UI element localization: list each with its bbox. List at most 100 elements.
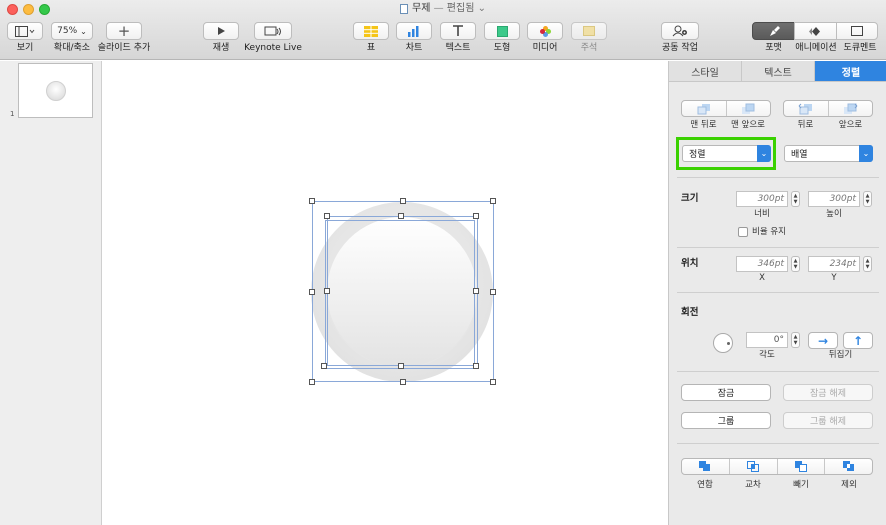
comment-label: 주석 (580, 43, 598, 53)
format-button[interactable] (752, 22, 795, 40)
y-field[interactable]: 234pt (808, 256, 860, 272)
keynote-live-button[interactable] (254, 22, 292, 40)
paintbrush-icon (769, 26, 780, 36)
shape-icon (496, 25, 508, 37)
y-stepper[interactable]: ▲ ▼ (863, 256, 872, 272)
arrow-right-icon: → (817, 333, 829, 348)
arrow-up-icon: ↑ (852, 333, 864, 348)
animate-button[interactable] (794, 22, 837, 40)
bring-to-front-button[interactable] (727, 101, 771, 116)
union-button[interactable] (682, 459, 730, 474)
resize-handle[interactable] (473, 213, 479, 219)
document-label: 도큐멘트 (843, 43, 877, 53)
constrain-checkbox[interactable] (738, 227, 748, 237)
angle-label: 각도 (759, 350, 775, 360)
width-stepper[interactable]: ▲ ▼ (791, 191, 800, 207)
chevron-down-icon: ⌄ (757, 145, 771, 162)
angle-stepper[interactable]: ▲ ▼ (791, 332, 800, 348)
width-field[interactable]: 300pt (736, 191, 788, 207)
play-button[interactable] (203, 22, 239, 40)
send-backward-button[interactable] (784, 101, 829, 116)
rotation-dial[interactable] (713, 333, 733, 353)
collaborate-label: 공동 작업 (662, 43, 698, 53)
table-icon (364, 25, 378, 37)
resize-handle[interactable] (398, 363, 404, 369)
align-select[interactable]: 정렬 ⌄ (682, 145, 771, 162)
y-label: Y (831, 273, 837, 283)
media-button[interactable] (527, 22, 563, 40)
x-field[interactable]: 346pt (736, 256, 788, 272)
text-button[interactable] (440, 22, 476, 40)
lock-button[interactable]: 잠금 (681, 384, 771, 401)
tab-text[interactable]: 텍스트 (742, 61, 815, 81)
bring-forward-button[interactable] (829, 101, 873, 116)
divider (677, 292, 879, 293)
tab-style[interactable]: 스타일 (669, 61, 742, 81)
document-button[interactable] (836, 22, 878, 40)
text-icon (453, 25, 463, 36)
resize-handle[interactable] (400, 379, 406, 385)
distribute-select[interactable]: 배열 ⌄ (784, 145, 873, 162)
height-field[interactable]: 300pt (808, 191, 860, 207)
text-label: 텍스트 (445, 43, 471, 53)
slide-thumbnail[interactable] (18, 63, 93, 118)
position-heading: 위치 (681, 258, 699, 269)
bring-to-front-icon (742, 103, 755, 114)
x-stepper[interactable]: ▲ ▼ (791, 256, 800, 272)
backward-label: 뒤로 (797, 120, 814, 130)
keynote-live-label: Keynote Live (244, 43, 302, 53)
subtract-button[interactable] (778, 459, 826, 474)
resize-handle[interactable] (324, 213, 330, 219)
divider (677, 177, 879, 178)
unlock-button[interactable]: 잠금 해제 (783, 384, 873, 401)
shape-label: 도형 (493, 43, 511, 53)
exclude-button[interactable] (825, 459, 872, 474)
chart-icon (408, 25, 419, 37)
flip-horizontal-button[interactable]: → (808, 332, 838, 349)
comment-icon (583, 26, 595, 36)
resize-handle[interactable] (324, 288, 330, 294)
slide-canvas[interactable] (103, 61, 668, 525)
view-menu-button[interactable] (7, 22, 43, 40)
add-slide-button[interactable]: + (106, 22, 142, 40)
angle-field[interactable]: 0° (746, 332, 788, 348)
intersect-button[interactable] (730, 459, 778, 474)
resize-handle[interactable] (309, 198, 315, 204)
collaborate-button[interactable] (661, 22, 699, 40)
chart-button[interactable] (396, 22, 432, 40)
resize-handle[interactable] (490, 289, 496, 295)
inspector-tabs: 스타일 텍스트 정렬 (669, 61, 886, 82)
send-to-back-button[interactable] (682, 101, 727, 116)
resize-handle[interactable] (321, 363, 327, 369)
ungroup-button[interactable]: 그룹 해제 (783, 412, 873, 429)
resize-handle[interactable] (490, 379, 496, 385)
resize-handle[interactable] (309, 289, 315, 295)
zoom-menu-button[interactable]: 75% ⌄ (51, 22, 93, 40)
tab-arrange[interactable]: 정렬 (815, 61, 886, 81)
send-to-back-icon (697, 103, 710, 114)
resize-handle[interactable] (398, 213, 404, 219)
flip-vertical-button[interactable]: ↑ (843, 332, 873, 349)
comment-button[interactable] (571, 22, 607, 40)
combine-segment (681, 458, 873, 475)
format-inspector: 스타일 텍스트 정렬 맨 뒤로 맨 앞으로 뒤로 앞으로 정렬 ⌄ 배열 ⌄ 크… (668, 61, 886, 525)
height-stepper[interactable]: ▲ ▼ (863, 191, 872, 207)
rotation-dial-dot (727, 342, 730, 345)
shape-button[interactable] (484, 22, 520, 40)
chevron-down-icon: ⌄ (859, 145, 873, 162)
media-photos-icon (539, 25, 551, 37)
group-button[interactable]: 그룹 (681, 412, 771, 429)
table-button[interactable] (353, 22, 389, 40)
keynote-window: .무제 — 편집됨 ⌄ 보기 75%⌄ 확대/축소 + 슬라이드 추가 재생 K… (0, 0, 886, 525)
resize-handle[interactable] (400, 198, 406, 204)
constrain-label: 비율 유지 (752, 227, 786, 237)
resize-handle[interactable] (473, 363, 479, 369)
collaborate-icon (672, 25, 687, 37)
resize-handle[interactable] (490, 198, 496, 204)
resize-handle[interactable] (309, 379, 315, 385)
width-label: 너비 (754, 209, 770, 219)
zoom-label: 확대/축소 (53, 43, 91, 53)
format-label: 포맷 (765, 43, 782, 53)
resize-handle[interactable] (473, 288, 479, 294)
play-icon (218, 27, 225, 35)
